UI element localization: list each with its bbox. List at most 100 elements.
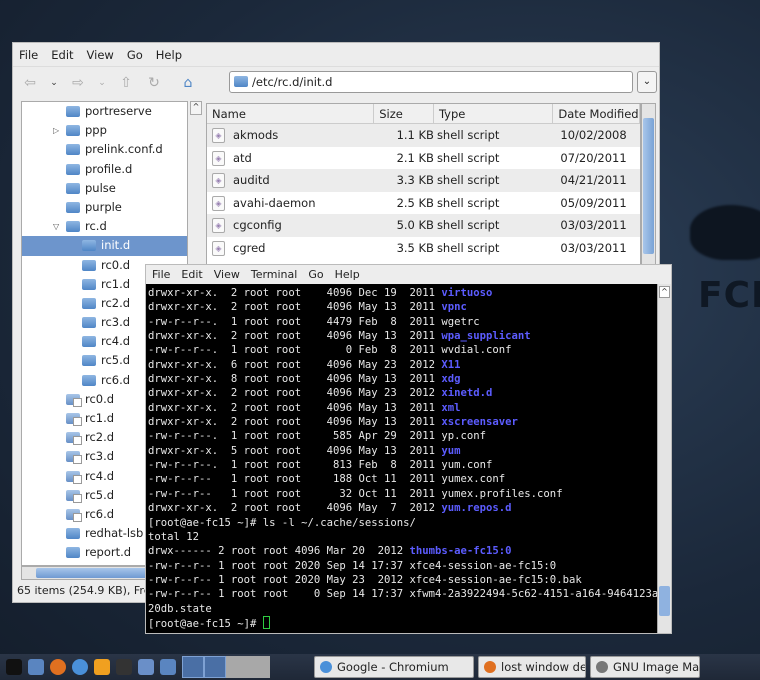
folder-icon xyxy=(66,125,80,137)
menu-edit[interactable]: Edit xyxy=(181,268,202,281)
home-icon[interactable]: ⌂ xyxy=(179,74,197,92)
tree-item-label: rc5.d xyxy=(85,487,115,502)
file-row[interactable]: ◈ cgred 3.5 KB shell script 03/03/2011 xyxy=(207,237,640,260)
terminal-line: -rw-r--r--. 1 root root 585 Apr 29 2011 … xyxy=(148,429,657,443)
terminal-text: -rw-r--r--. 1 root root 4479 Feb 8 2011 … xyxy=(148,315,480,328)
menu-terminal[interactable]: Terminal xyxy=(251,268,298,281)
terminal-text: 20db.state xyxy=(148,602,212,615)
terminal-text: drwxr-xr-x. 2 root root 4096 May 13 2011 xyxy=(148,416,442,429)
file-row[interactable]: ◈ cgconfig 5.0 KB shell script 03/03/2011 xyxy=(207,214,640,237)
terminal-line: drwxr-xr-x. 2 root root 4096 May 13 2011… xyxy=(148,329,657,343)
tree-item-label: rc5.d xyxy=(101,353,131,368)
tree-item-label: rc0.d xyxy=(85,391,115,406)
folder-icon xyxy=(82,297,96,309)
tree-item[interactable]: ▷ ppp xyxy=(22,121,187,140)
home-icon[interactable] xyxy=(160,659,176,675)
file-type: shell script xyxy=(436,128,500,142)
taskbar-task[interactable]: Google - Chromium xyxy=(314,656,474,678)
menu-file[interactable]: File xyxy=(19,48,38,62)
workspace-switcher[interactable] xyxy=(182,656,226,678)
terminal-scrollbar[interactable]: ^ xyxy=(657,284,671,633)
tree-item[interactable]: purple xyxy=(22,198,187,217)
terminal-window: File Edit View Terminal Go Help drwxr-xr-x. 2… xyxy=(145,264,672,634)
menu-go[interactable]: Go xyxy=(308,268,323,281)
file-row[interactable]: ◈ auditd 3.3 KB shell script 04/21/2011 xyxy=(207,169,640,192)
chevron-down-icon[interactable]: ⌄ xyxy=(49,74,59,92)
folder-icon xyxy=(82,240,96,252)
folder-icon xyxy=(82,374,96,386)
tree-item[interactable]: prelink.conf.d xyxy=(22,140,187,159)
tree-item-label: rc3.d xyxy=(85,449,115,464)
menu-view[interactable]: View xyxy=(87,48,114,62)
tree-item-label: portreserve xyxy=(85,104,152,118)
tree-item[interactable]: profile.d xyxy=(22,160,187,179)
back-icon[interactable]: ⇦ xyxy=(21,74,39,92)
terminal-line: drwxr-xr-x. 2 root root 4096 May 13 2011… xyxy=(148,300,657,314)
chromium-icon[interactable] xyxy=(72,659,88,675)
terminal-output[interactable]: drwxr-xr-x. 2 root root 4096 Dec 19 2011… xyxy=(146,284,657,633)
terminal-icon[interactable] xyxy=(116,659,132,675)
workspace-3[interactable] xyxy=(226,656,270,678)
directory-name: xdg xyxy=(441,373,461,386)
tree-item[interactable]: ▽ rc.d xyxy=(22,217,187,236)
column-header-type[interactable]: Type xyxy=(434,104,554,123)
tree-item-label: rc.d xyxy=(85,219,107,234)
expander-expanded-icon[interactable]: ▽ xyxy=(53,217,59,236)
directory-name: yum xyxy=(441,444,461,457)
calculator-icon[interactable] xyxy=(138,659,154,675)
file-name-cell: ◈ cgconfig xyxy=(207,214,374,237)
tree-item[interactable]: init.d xyxy=(22,236,187,256)
menu-view[interactable]: View xyxy=(214,268,240,281)
tree-item[interactable]: pulse xyxy=(22,179,187,198)
search-icon[interactable] xyxy=(94,659,110,675)
terminal-text: drwx------ 2 root root 4096 Mar 20 2012 xyxy=(148,545,410,558)
terminal-line: -rw-r--r--. 1 root root 0 Feb 8 2011 wvd… xyxy=(148,343,657,357)
file-row[interactable]: ◈ akmods 1.1 KB shell script 10/02/2008 xyxy=(207,124,640,147)
scroll-up-button[interactable]: ^ xyxy=(190,101,202,115)
chevron-down-icon[interactable]: ⌄ xyxy=(97,74,107,92)
column-header-size[interactable]: Size xyxy=(374,104,434,123)
xfce-icon[interactable] xyxy=(6,659,22,675)
up-icon[interactable]: ⇧ xyxy=(117,74,135,92)
tree-item-label: report.d xyxy=(85,545,132,560)
workspace-2[interactable] xyxy=(204,656,226,678)
terminal-line: drwx------ 2 root root 4096 Mar 20 2012 … xyxy=(148,544,657,558)
column-header-name[interactable]: Name xyxy=(207,104,375,123)
file-size: 2.1 KB xyxy=(396,150,434,165)
terminal-menubar: File Edit View Terminal Go Help xyxy=(146,265,671,284)
reload-icon[interactable]: ↻ xyxy=(145,74,163,92)
expander-collapsed-icon[interactable]: ▷ xyxy=(53,121,59,140)
file-manager-icon[interactable] xyxy=(28,659,44,675)
menu-file[interactable]: File xyxy=(152,268,170,281)
terminal-text: -rw-r--r--. 1 root root 813 Feb 8 2011 y… xyxy=(148,459,493,472)
tree-item-label: ppp xyxy=(85,123,107,138)
folder-icon xyxy=(66,221,80,233)
tree-item-label: rc2.d xyxy=(101,295,131,310)
terminal-text: drwxr-xr-x. 2 root root 4096 May 13 2011 xyxy=(148,301,442,314)
menu-go[interactable]: Go xyxy=(127,48,143,62)
folder-icon xyxy=(66,201,80,213)
location-dropdown-button[interactable]: ⌄ xyxy=(637,71,657,93)
column-header-date-modified[interactable]: Date Modified xyxy=(553,104,640,123)
menu-help[interactable]: Help xyxy=(335,268,360,281)
menu-edit[interactable]: Edit xyxy=(51,48,73,62)
file-row[interactable]: ◈ avahi-daemon 2.5 KB shell script 05/09/201… xyxy=(207,192,640,215)
tree-item[interactable]: portreserve xyxy=(22,102,187,121)
status-bar: 65 items (254.9 KB), Fre xyxy=(17,584,151,597)
workspace-1[interactable] xyxy=(182,656,204,678)
terminal-line: drwxr-xr-x. 2 root root 4096 May 13 2011… xyxy=(148,401,657,415)
taskbar-task[interactable]: GNU Image Ma xyxy=(590,656,700,678)
tree-item-label: redhat-lsb xyxy=(85,526,144,541)
directory-name: X11 xyxy=(441,358,461,371)
terminal-line: -rw-r--r-- 1 root root 2020 Sep 14 17:37… xyxy=(148,559,657,573)
file-name-cell: ◈ avahi-daemon xyxy=(207,192,374,215)
firefox-icon[interactable] xyxy=(50,659,66,675)
file-row[interactable]: ◈ atd 2.1 KB shell script 07/20/2011 xyxy=(207,147,640,170)
menu-help[interactable]: Help xyxy=(156,48,182,62)
location-input[interactable]: /etc/rc.d/init.d xyxy=(229,71,633,93)
menubar: File Edit View Go Help xyxy=(13,43,659,66)
directory-name: xml xyxy=(441,401,461,414)
taskbar-task[interactable]: lost window decoratio... xyxy=(478,656,586,678)
terminal-text: drwxr-xr-x. 2 root root 4096 May 13 2011 xyxy=(148,330,442,343)
forward-icon[interactable]: ⇨ xyxy=(69,74,87,92)
